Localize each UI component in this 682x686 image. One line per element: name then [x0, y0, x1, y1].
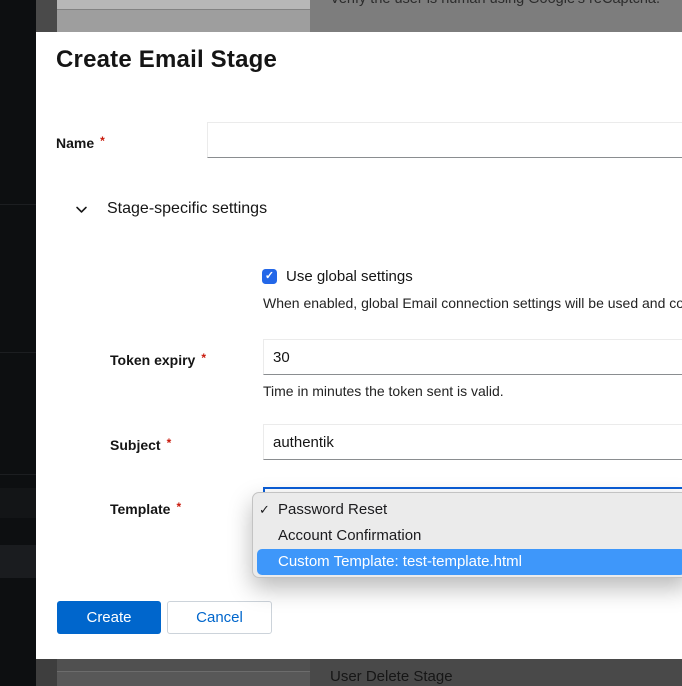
name-label: Name *: [56, 135, 105, 151]
modal-title: Create Email Stage: [56, 46, 277, 74]
sidebar-item-dimmed: [0, 488, 36, 518]
sidebar-item-dimmed: [0, 545, 36, 578]
cancel-button[interactable]: Cancel: [167, 601, 272, 634]
backdrop-bottom: User Delete Stage: [36, 659, 682, 686]
backdrop-stage-description: Verify the user is human using Google's …: [330, 0, 682, 7]
backdrop-stage-name: User Delete Stage: [330, 668, 682, 685]
template-label-text: Template: [110, 501, 170, 517]
app-screen: Verify the user is human using Google's …: [0, 0, 682, 686]
dropdown-option-label: Custom Template: test-template.html: [278, 553, 522, 570]
chevron-down-icon: [75, 203, 88, 216]
required-asterisk: *: [167, 436, 172, 450]
dropdown-option-custom-template[interactable]: Custom Template: test-template.html: [257, 549, 682, 575]
token-expiry-label-text: Token expiry: [110, 352, 195, 368]
backdrop-table-gutter-bottom: [36, 659, 57, 686]
dropdown-option-account-confirmation[interactable]: Account Confirmation: [257, 523, 682, 549]
use-global-settings-label: Use global settings: [286, 268, 413, 285]
required-asterisk: *: [176, 500, 181, 514]
backdrop-table-cell: [57, 0, 310, 32]
sidebar-divider: [0, 474, 36, 475]
template-dropdown-popup: ✓ Password Reset Account Confirmation Cu…: [252, 492, 682, 578]
dropdown-option-label: Account Confirmation: [278, 527, 421, 544]
backdrop-table-cell-bottom: [57, 659, 310, 686]
backdrop-top: Verify the user is human using Google's …: [36, 0, 682, 32]
token-expiry-label: Token expiry *: [110, 352, 206, 368]
stage-settings-group-label: Stage-specific settings: [107, 200, 267, 218]
required-asterisk: *: [201, 351, 206, 365]
backdrop-table-gutter: [36, 0, 57, 32]
template-label: Template *: [110, 501, 181, 517]
use-global-settings-row[interactable]: ✓ Use global settings: [262, 268, 413, 285]
create-email-stage-modal: Create Email Stage Name * Stage-specific …: [36, 32, 682, 659]
required-asterisk: *: [100, 134, 105, 148]
stage-settings-group-toggle[interactable]: Stage-specific settings: [75, 200, 267, 218]
app-sidebar: [0, 0, 36, 686]
sidebar-divider: [0, 204, 36, 205]
token-expiry-help: Time in minutes the token sent is valid.: [263, 383, 682, 399]
use-global-settings-checkbox[interactable]: ✓: [262, 269, 277, 284]
token-expiry-input[interactable]: [263, 339, 682, 375]
name-input[interactable]: [207, 122, 682, 158]
subject-label-text: Subject: [110, 437, 161, 453]
subject-input[interactable]: [263, 424, 682, 460]
create-button[interactable]: Create: [57, 601, 161, 634]
dropdown-option-password-reset[interactable]: ✓ Password Reset: [257, 497, 682, 523]
subject-label: Subject *: [110, 437, 171, 453]
dropdown-option-label: Password Reset: [278, 501, 387, 518]
checkmark-icon: ✓: [265, 270, 274, 282]
selected-option-check-icon: ✓: [259, 497, 270, 523]
use-global-settings-help: When enabled, global Email connection se…: [263, 295, 682, 311]
sidebar-divider: [0, 352, 36, 353]
name-label-text: Name: [56, 135, 94, 151]
